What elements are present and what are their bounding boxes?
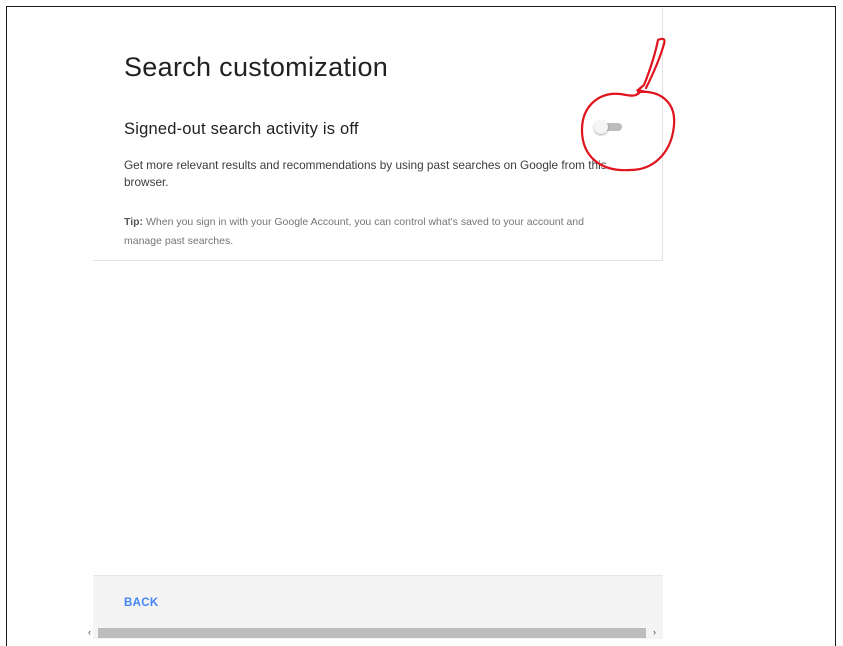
setting-title: Signed-out search activity is off — [124, 120, 359, 138]
setting-description: Get more relevant results and recommenda… — [124, 158, 607, 189]
scrollbar-thumb[interactable] — [98, 628, 646, 638]
horizontal-scrollbar[interactable]: ‹ › — [88, 627, 666, 638]
scroll-left-icon[interactable]: ‹ — [88, 627, 91, 637]
signed-out-activity-toggle[interactable] — [594, 120, 624, 134]
toggle-knob — [594, 120, 608, 134]
scroll-right-icon[interactable]: › — [653, 627, 656, 637]
tip-label: Tip: — [124, 216, 144, 228]
tip-body: When you sign in with your Google Accoun… — [124, 216, 584, 247]
page-title: Search customization — [124, 52, 389, 82]
back-button[interactable]: BACK — [124, 597, 158, 609]
tip-text: Tip: When you sign in with your Google A… — [124, 213, 624, 251]
